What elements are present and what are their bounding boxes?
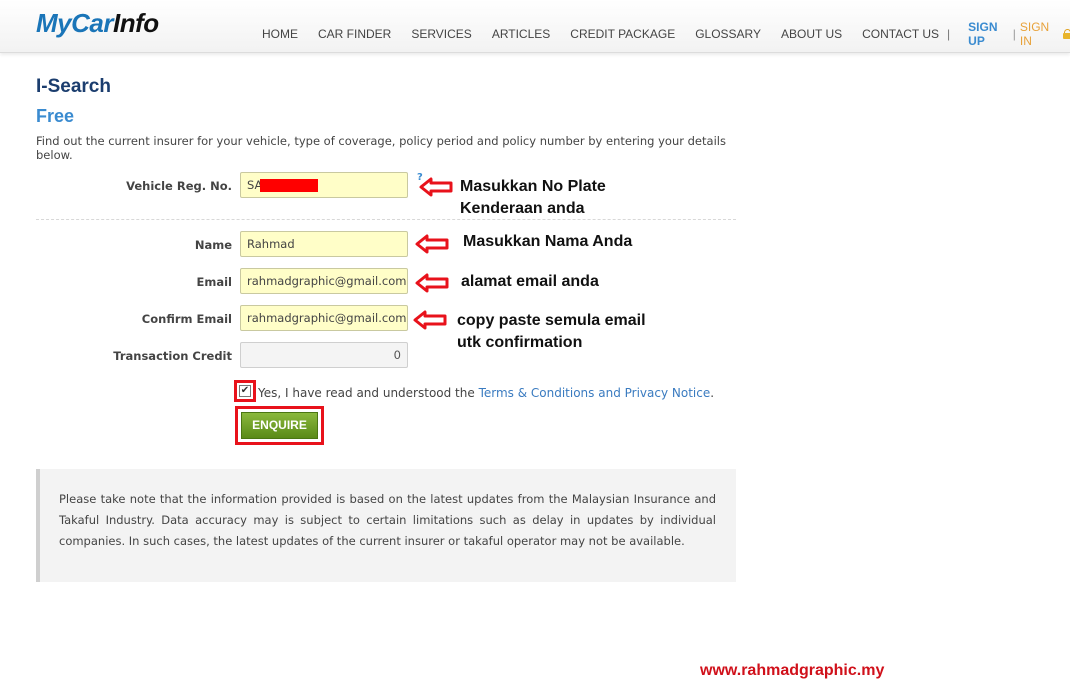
nav-articles[interactable]: ARTICLES	[492, 27, 550, 41]
confirm-email-label: Confirm Email	[141, 312, 232, 326]
nav-car-finder[interactable]: CAR FINDER	[318, 27, 391, 41]
page-title: I-Search	[36, 76, 111, 97]
annotation-name: Masukkan Nama Anda	[463, 233, 633, 250]
annotation-confirm-line1: copy paste semula email	[457, 312, 646, 329]
lock-icon	[1062, 29, 1070, 39]
arrow-left-icon	[415, 234, 449, 254]
agree-text: Yes, I have read and understood the Term…	[258, 386, 714, 400]
logo-text-mycar: MyCar	[36, 8, 113, 38]
intro-text: Find out the current insurer for your ve…	[36, 134, 726, 162]
enquire-button[interactable]: ENQUIRE	[241, 412, 318, 439]
vehicle-reg-input[interactable]: SA	[240, 172, 408, 198]
email-input[interactable]: rahmadgraphic@gmail.com	[240, 268, 408, 294]
transaction-credit-field: 0	[240, 342, 408, 368]
disclaimer-notice: Please take note that the information pr…	[36, 469, 736, 582]
sign-in-link[interactable]: SIGN IN	[1020, 20, 1057, 48]
agree-checkbox[interactable]: ✔	[239, 385, 251, 397]
nav-services[interactable]: SERVICES	[411, 27, 471, 41]
annotation-email: alamat email anda	[461, 273, 599, 290]
annotation-vehicle-line1: Masukkan No Plate	[460, 178, 606, 195]
watermark-text: www.rahmadgraphic.my	[700, 662, 885, 679]
name-input[interactable]: Rahmad	[240, 231, 408, 257]
nav-contact-us[interactable]: CONTACT US	[862, 27, 939, 41]
page-subtitle: Free	[36, 106, 75, 126]
auth-separator: |	[1012, 27, 1016, 41]
transaction-credit-label: Transaction Credit	[113, 349, 232, 363]
nav-about-us[interactable]: ABOUT US	[781, 27, 842, 41]
name-label: Name	[194, 238, 232, 252]
arrow-left-icon	[419, 177, 453, 197]
site-logo[interactable]: MyCarInfo	[36, 8, 159, 39]
site-header: MyCarInfo HOME CAR FINDER SERVICES ARTIC…	[0, 0, 1070, 53]
nav-home[interactable]: HOME	[262, 27, 298, 41]
email-label: Email	[196, 275, 232, 289]
agree-text-prefix: Yes, I have read and understood the	[258, 386, 479, 400]
main-nav: HOME CAR FINDER SERVICES ARTICLES CREDIT…	[262, 20, 1070, 48]
annotation-vehicle: Masukkan No Plate Kenderaan anda	[460, 176, 606, 220]
checkbox-highlight: ✔	[234, 380, 256, 402]
vehicle-reg-label: Vehicle Reg. No.	[126, 179, 232, 193]
terms-link[interactable]: Terms & Conditions and Privacy Notice	[479, 386, 711, 400]
agree-text-end: .	[710, 386, 715, 400]
annotation-vehicle-line2: Kenderaan anda	[460, 200, 585, 217]
logo-text-info: Info	[112, 8, 159, 38]
enquire-highlight: ENQUIRE	[235, 406, 324, 445]
sign-up-link[interactable]: SIGN UP	[968, 20, 1009, 48]
arrow-left-icon	[413, 310, 447, 330]
arrow-left-icon	[415, 273, 449, 293]
nav-credit-package[interactable]: CREDIT PACKAGE	[570, 27, 675, 41]
annotation-confirm: copy paste semula email utk confirmation	[457, 310, 646, 354]
nav-separator: |	[947, 27, 951, 41]
confirm-email-input[interactable]: rahmadgraphic@gmail.com	[240, 305, 408, 331]
nav-glossary[interactable]: GLOSSARY	[695, 27, 761, 41]
form-divider	[36, 219, 736, 220]
annotation-confirm-line2: utk confirmation	[457, 334, 583, 351]
redaction-mark	[260, 179, 319, 192]
